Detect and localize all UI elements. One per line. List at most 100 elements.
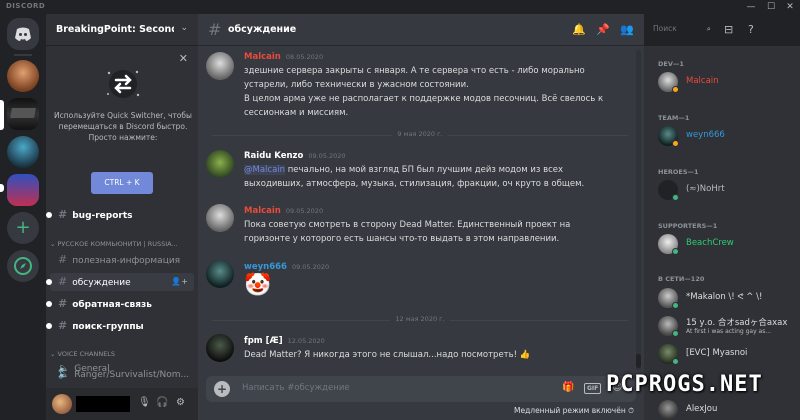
pin-icon[interactable]: 📌 (596, 23, 610, 36)
channel-sidebar: BreakingPoint: Second W... ⌄ ✕ Используй… (46, 14, 198, 420)
scrollbar-thumb[interactable] (636, 354, 641, 368)
status-online-icon (672, 330, 679, 337)
app-brand: DISCORD (6, 2, 46, 10)
avatar[interactable] (52, 394, 72, 414)
date-divider: 12 мая 2020 г. (212, 315, 628, 323)
channel-title: обсуждение (228, 24, 297, 35)
avatar[interactable] (206, 260, 234, 288)
message-author[interactable]: fpm [Æ] 12.05.2020 (244, 336, 325, 346)
quick-switcher-button[interactable]: CTRL + K (91, 172, 153, 194)
add-server-button[interactable]: + (7, 212, 39, 244)
member-item[interactable]: [EVC] Myasnoi (654, 342, 794, 366)
chat-header: # обсуждение 🔔 📌 👥 (198, 14, 644, 46)
message-author[interactable]: Malcain 08.05.2020 (244, 52, 323, 62)
chevron-down-icon: ⌄ (50, 240, 58, 248)
server-name: BreakingPoint: Second W... (56, 24, 174, 35)
hash-icon: # (58, 275, 68, 288)
clock-icon: ⏱ (628, 406, 634, 415)
quick-switcher-text: Используйте Quick Switcher, чтобы переме… (54, 111, 192, 142)
member-item[interactable]: (≈)NoHrt (654, 178, 794, 202)
category-russian-community[interactable]: ⌄ РУССКОЕ КОММЬЮНИТИ | RUSSIA... (50, 240, 178, 248)
hash-icon: # (208, 20, 222, 39)
status-idle-icon (672, 86, 679, 93)
headphones-icon[interactable]: 🎧 (156, 397, 168, 408)
slowmode-notice: Медленный режим включён ⏱ (514, 406, 634, 415)
home-button[interactable] (7, 18, 39, 50)
discord-logo-icon (15, 27, 31, 41)
message-author[interactable]: Raidu Kenzo 09.05.2020 (244, 151, 346, 161)
message-author[interactable]: weyn666 09.05.2020 (244, 262, 329, 272)
status-online-icon (672, 358, 679, 365)
plus-icon: + (15, 217, 31, 238)
voice-channel-ranger[interactable]: 🔈 Ranger/Survivalist/Nom... (50, 366, 194, 384)
clown-emoji: 🤡 (244, 273, 272, 298)
add-user-icon[interactable]: 👤+ (171, 273, 188, 291)
status-idle-icon (672, 140, 679, 147)
settings-gear-icon[interactable]: ⚙ (176, 397, 185, 408)
bell-icon[interactable]: 🔔 (572, 23, 586, 36)
username-redacted (76, 396, 130, 412)
maximize-button[interactable]: ☐ (762, 0, 780, 14)
explore-servers-button[interactable] (7, 250, 39, 282)
quick-switcher-tip: ✕ Используйте Quick Switcher, чтобы пере… (54, 52, 192, 198)
channel-group-search[interactable]: # поиск-группы (46, 317, 194, 335)
inbox-icon[interactable]: ⊟ (724, 23, 733, 36)
gift-icon[interactable]: 🎁 (562, 382, 574, 393)
member-item[interactable]: *Makalon \! ᕙ ^ \! (654, 286, 794, 310)
date-divider: 9 мая 2020 г. (212, 130, 628, 138)
search-input[interactable]: Поиск ⌕ (648, 21, 716, 37)
status-online-icon (672, 248, 679, 255)
server-icon-4[interactable] (7, 174, 39, 206)
server-header[interactable]: BreakingPoint: Second W... ⌄ (46, 14, 198, 46)
message-text: @Malcain печально, на мой взгляд БП был … (244, 165, 585, 189)
category-voice[interactable]: ⌄ VOICE CHANNELS (50, 350, 115, 358)
message-composer[interactable]: + Написать #обсуждение 🎁 GIF ☺ (206, 376, 636, 402)
compass-icon (14, 257, 32, 275)
help-icon[interactable]: ? (748, 23, 754, 36)
close-icon[interactable]: ✕ (179, 52, 188, 65)
avatar[interactable] (206, 52, 234, 80)
message-text: Пока советую смотреть в сторону Dead Mat… (244, 220, 571, 244)
server-icon-1[interactable] (7, 60, 39, 92)
member-item[interactable]: 15 у.о. 合オsadヶ合ахах At first i was actin… (654, 314, 794, 338)
role-header-dev: DEV—1 (658, 60, 684, 68)
chevron-down-icon: ⌄ (180, 23, 188, 33)
server-icon-breakingpoint[interactable] (7, 98, 39, 130)
chevron-down-icon: ⌄ (50, 350, 58, 358)
role-header-team: TEAM—1 (658, 114, 690, 122)
microphone-icon[interactable]: 🎙 (138, 397, 151, 408)
role-header-heroes: HEROES—1 (658, 168, 699, 176)
channel-useful-info[interactable]: # полезная-информация (50, 251, 194, 269)
hash-icon: # (58, 319, 68, 332)
message-author[interactable]: Malcain 09.05.2020 (244, 206, 323, 216)
message-input[interactable]: Написать #обсуждение (242, 383, 350, 393)
channel-bug-reports[interactable]: # bug-reports (46, 206, 194, 224)
user-mention[interactable]: @Malcain (244, 165, 286, 175)
member-item[interactable]: BeachCrew (654, 232, 794, 256)
chat-area: # обсуждение 🔔 📌 👥 Malcain 08.05.2020 зде… (198, 14, 644, 420)
speaker-icon: 🔈 (58, 370, 70, 380)
hash-icon: # (58, 297, 68, 310)
scrollbar-track[interactable] (636, 50, 641, 370)
member-item[interactable]: weyn666 (654, 124, 794, 148)
server-icon-3[interactable] (7, 136, 39, 168)
role-header-supporters: SUPPORTERS—1 (658, 222, 718, 230)
member-item[interactable]: Malcain (654, 70, 794, 94)
message-text: Dead Matter? Я никогда этого не слышал..… (244, 350, 531, 360)
avatar[interactable] (206, 150, 234, 178)
status-online-icon (672, 302, 679, 309)
gif-button[interactable]: GIF (584, 383, 602, 394)
status-online-icon (672, 194, 679, 201)
server-list: + (0, 14, 46, 420)
role-header-online: В СЕТИ—120 (658, 275, 705, 283)
close-window-button[interactable]: ✕ (781, 0, 799, 14)
title-bar: DISCORD — ☐ ✕ (0, 0, 800, 14)
user-panel: 🔈 Ranger/Survivalist/Nom... 🎙 🎧 ⚙ (46, 370, 198, 420)
upload-plus-icon[interactable]: + (214, 381, 230, 397)
minimize-button[interactable]: — (742, 0, 760, 14)
members-icon[interactable]: 👥 (620, 23, 634, 36)
avatar[interactable] (206, 334, 234, 362)
channel-discussion[interactable]: # обсуждение 👤+ (46, 273, 194, 291)
channel-feedback[interactable]: # обратная-связь (46, 295, 194, 313)
avatar[interactable] (206, 204, 234, 232)
